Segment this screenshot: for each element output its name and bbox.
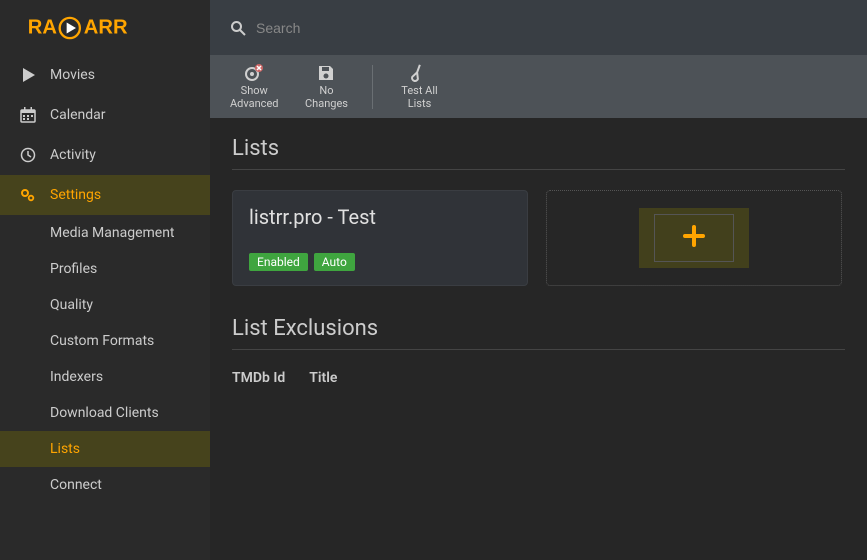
show-advanced-button[interactable]: Show Advanced [222, 61, 286, 112]
save-changes-button[interactable]: No Changes [296, 61, 356, 112]
sidebar-sub-connect[interactable]: Connect [0, 467, 210, 503]
divider [232, 169, 845, 170]
test-tube-icon [411, 63, 427, 83]
calendar-icon [20, 107, 36, 123]
section-title-lists: Lists [232, 136, 845, 161]
toolbar-label: Show [241, 85, 268, 98]
search-input[interactable] [256, 20, 456, 36]
content: Lists listrr.pro - Test Enabled Auto [210, 118, 867, 404]
toolbar-label: Advanced [230, 98, 278, 111]
search-icon [230, 20, 246, 36]
sidebar-item-label: Movies [50, 67, 95, 83]
play-icon [20, 67, 36, 83]
toolbar-label: No [319, 85, 333, 98]
sidebar-item-label: Quality [50, 297, 93, 313]
exclusions-table-header: TMDb Id Title [232, 370, 845, 386]
status-badge-auto: Auto [314, 253, 355, 271]
sidebar-item-calendar[interactable]: Calendar [0, 95, 210, 135]
gear-x-icon [243, 63, 265, 83]
sidebar-item-label: Indexers [50, 369, 103, 385]
table-col-title: Title [309, 370, 337, 386]
gears-icon [20, 187, 36, 203]
sidebar-item-label: Media Management [50, 225, 175, 241]
sidebar-item-label: Profiles [50, 261, 97, 277]
toolbar-label: Test All [401, 85, 437, 98]
sidebar: RA ARR Movies Calendar [0, 0, 210, 560]
sidebar-item-settings[interactable]: Settings [0, 175, 210, 215]
plus-icon [681, 223, 707, 253]
sidebar-item-label: Custom Formats [50, 333, 154, 349]
list-card-item[interactable]: listrr.pro - Test Enabled Auto [232, 190, 528, 286]
svg-text:RA: RA [28, 16, 58, 38]
sidebar-item-label: Lists [50, 441, 80, 457]
toolbar-separator [372, 65, 373, 109]
list-card-title: listrr.pro - Test [249, 205, 511, 229]
list-card-badges: Enabled Auto [249, 253, 511, 271]
sidebar-item-label: Calendar [50, 107, 106, 123]
toolbar-label: Changes [305, 98, 348, 111]
status-badge-enabled: Enabled [249, 253, 308, 271]
test-all-lists-button[interactable]: Test All Lists [389, 61, 449, 112]
main-region: Show Advanced No Changes Test All Lists … [210, 0, 867, 560]
clock-icon [20, 147, 36, 163]
app-logo: RA ARR [0, 0, 210, 55]
sidebar-sub-profiles[interactable]: Profiles [0, 251, 210, 287]
svg-text:ARR: ARR [84, 16, 128, 38]
sidebar-sub-lists[interactable]: Lists [0, 431, 210, 467]
sidebar-item-movies[interactable]: Movies [0, 55, 210, 95]
table-col-tmdb: TMDb Id [232, 370, 285, 386]
divider [232, 349, 845, 350]
topbar [210, 0, 867, 55]
sidebar-item-label: Connect [50, 477, 102, 493]
sidebar-sub-indexers[interactable]: Indexers [0, 359, 210, 395]
sidebar-item-activity[interactable]: Activity [0, 135, 210, 175]
sidebar-sub-media-management[interactable]: Media Management [0, 215, 210, 251]
add-list-card[interactable] [546, 190, 842, 286]
plus-tile [654, 214, 734, 262]
save-icon [317, 63, 335, 83]
lists-cards: listrr.pro - Test Enabled Auto [232, 190, 845, 286]
sidebar-sub-quality[interactable]: Quality [0, 287, 210, 323]
sidebar-item-label: Activity [50, 147, 96, 163]
section-title-exclusions: List Exclusions [232, 316, 845, 341]
sidebar-sub-custom-formats[interactable]: Custom Formats [0, 323, 210, 359]
sidebar-item-label: Download Clients [50, 405, 159, 421]
toolbar: Show Advanced No Changes Test All Lists [210, 55, 867, 118]
sidebar-item-label: Settings [50, 187, 101, 203]
sidebar-nav: Movies Calendar Activity Settings [0, 55, 210, 560]
toolbar-label: Lists [408, 98, 432, 111]
sidebar-sub-download-clients[interactable]: Download Clients [0, 395, 210, 431]
